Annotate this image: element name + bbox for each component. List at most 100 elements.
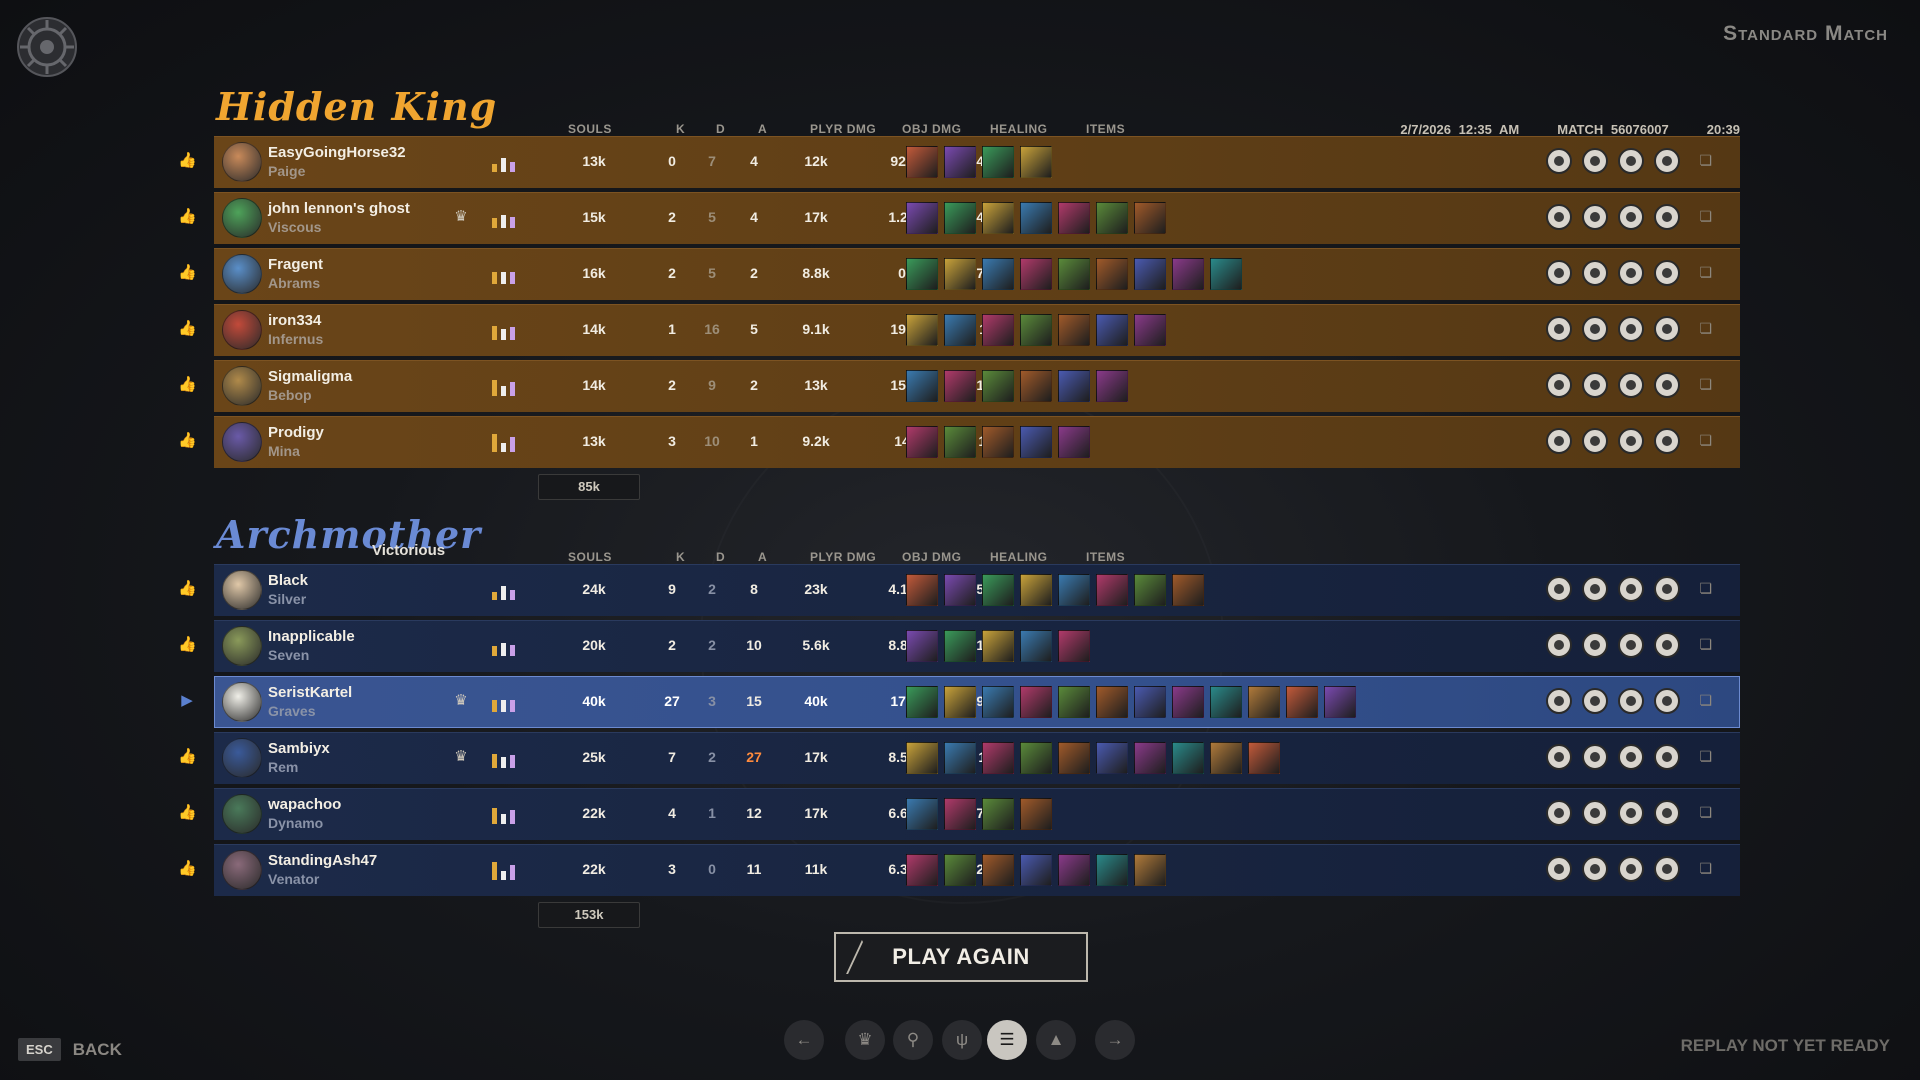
ability-icon[interactable] bbox=[1618, 204, 1644, 230]
ability-icon[interactable] bbox=[1582, 856, 1608, 882]
ability-icon[interactable] bbox=[1618, 744, 1644, 770]
player-name[interactable]: EasyGoingHorse32 bbox=[268, 144, 406, 161]
ability-icon[interactable] bbox=[1654, 372, 1680, 398]
item-icon[interactable] bbox=[906, 854, 938, 886]
item-icon[interactable] bbox=[1058, 314, 1090, 346]
item-icon[interactable] bbox=[1210, 686, 1242, 718]
item-icon[interactable] bbox=[906, 314, 938, 346]
item-icon[interactable] bbox=[906, 798, 938, 830]
ability-icon[interactable] bbox=[1582, 800, 1608, 826]
item-icon[interactable] bbox=[1096, 686, 1128, 718]
item-icon[interactable] bbox=[906, 370, 938, 402]
item-icon[interactable] bbox=[1096, 314, 1128, 346]
item-icon[interactable] bbox=[906, 258, 938, 290]
item-icon[interactable] bbox=[1020, 854, 1052, 886]
item-icon[interactable] bbox=[1134, 854, 1166, 886]
item-icon[interactable] bbox=[1020, 314, 1052, 346]
item-icon[interactable] bbox=[944, 574, 976, 606]
thumbs-up-icon[interactable]: 👍 bbox=[178, 636, 197, 654]
player-row[interactable]: 👍FragentAbrams16k2528.8k07.4k❏ bbox=[160, 248, 1740, 300]
item-icon[interactable] bbox=[944, 202, 976, 234]
back-label[interactable]: BACK bbox=[73, 1040, 122, 1060]
thumbs-up-icon[interactable]: 👍 bbox=[178, 320, 197, 338]
item-icon[interactable] bbox=[1020, 742, 1052, 774]
thumbs-up-icon[interactable]: 👍 bbox=[178, 208, 197, 226]
item-icon[interactable] bbox=[1058, 370, 1090, 402]
item-icon[interactable] bbox=[1058, 258, 1090, 290]
item-icon[interactable] bbox=[944, 426, 976, 458]
item-icon[interactable] bbox=[1134, 686, 1166, 718]
thumbs-up-icon[interactable]: 👍 bbox=[178, 376, 197, 394]
player-row[interactable]: 👍SambiyxRem♛25k722717k8.5k12k❏ bbox=[160, 732, 1740, 784]
item-icon[interactable] bbox=[1134, 202, 1166, 234]
ability-icon[interactable] bbox=[1618, 632, 1644, 658]
item-icon[interactable] bbox=[982, 258, 1014, 290]
item-icon[interactable] bbox=[944, 258, 976, 290]
item-icon[interactable] bbox=[944, 630, 976, 662]
player-name[interactable]: StandingAsh47 bbox=[268, 852, 377, 869]
item-icon[interactable] bbox=[1020, 574, 1052, 606]
ability-icon[interactable] bbox=[1582, 204, 1608, 230]
item-icon[interactable] bbox=[906, 742, 938, 774]
ability-icon[interactable] bbox=[1582, 148, 1608, 174]
ability-icon[interactable] bbox=[1654, 632, 1680, 658]
item-icon[interactable] bbox=[944, 146, 976, 178]
item-icon[interactable] bbox=[1058, 426, 1090, 458]
thumbs-up-icon[interactable]: 👍 bbox=[178, 804, 197, 822]
thumbs-up-icon[interactable]: 👍 bbox=[178, 748, 197, 766]
item-icon[interactable] bbox=[1248, 686, 1280, 718]
item-icon[interactable] bbox=[1058, 686, 1090, 718]
item-icon[interactable] bbox=[1096, 742, 1128, 774]
item-icon[interactable] bbox=[906, 202, 938, 234]
player-row[interactable]: ▶SeristKartelGraves♛40k2731540k17k9.5k❏ bbox=[160, 676, 1740, 728]
thumbs-up-icon[interactable]: 👍 bbox=[178, 860, 197, 878]
ability-icon[interactable] bbox=[1546, 632, 1572, 658]
ability-icon[interactable] bbox=[1546, 260, 1572, 286]
item-icon[interactable] bbox=[1210, 258, 1242, 290]
copy-icon[interactable]: ❏ bbox=[1699, 748, 1712, 765]
player-name[interactable]: SeristKartel bbox=[268, 684, 352, 701]
ability-icon[interactable] bbox=[1618, 316, 1644, 342]
item-icon[interactable] bbox=[944, 798, 976, 830]
item-icon[interactable] bbox=[906, 686, 938, 718]
claw-icon[interactable]: ψ bbox=[942, 1020, 982, 1060]
item-icon[interactable] bbox=[1134, 742, 1166, 774]
item-icon[interactable] bbox=[906, 146, 938, 178]
player-row[interactable]: 👍StandingAsh47Venator22k301111k6.3k2.2k❏ bbox=[160, 844, 1740, 896]
item-icon[interactable] bbox=[1020, 426, 1052, 458]
ability-icon[interactable] bbox=[1654, 204, 1680, 230]
player-row[interactable]: 👍iron334Infernus14k11659.1k198111❏ bbox=[160, 304, 1740, 356]
item-icon[interactable] bbox=[1096, 854, 1128, 886]
game-logo-icon[interactable] bbox=[16, 16, 78, 78]
player-row[interactable]: 👍BlackSilver24k92823k4.1k5.9k❏ bbox=[160, 564, 1740, 616]
ability-icon[interactable] bbox=[1582, 372, 1608, 398]
list-icon[interactable]: ☰ bbox=[987, 1020, 1027, 1060]
player-name[interactable]: Fragent bbox=[268, 256, 323, 273]
copy-icon[interactable]: ❏ bbox=[1699, 692, 1712, 709]
player-row[interactable]: 👍wapachooDynamo22k411217k6.6k7.6k❏ bbox=[160, 788, 1740, 840]
thumbs-up-icon[interactable]: 👍 bbox=[178, 580, 197, 598]
item-icon[interactable] bbox=[1020, 630, 1052, 662]
ability-icon[interactable] bbox=[1546, 428, 1572, 454]
item-icon[interactable] bbox=[1286, 686, 1318, 718]
player-name[interactable]: Black bbox=[268, 572, 308, 589]
item-icon[interactable] bbox=[1134, 258, 1166, 290]
map-pin-icon[interactable]: ⚲ bbox=[893, 1020, 933, 1060]
esc-key[interactable]: ESC bbox=[18, 1038, 61, 1061]
arrow-right-icon[interactable]: → bbox=[1095, 1020, 1135, 1060]
item-icon[interactable] bbox=[1134, 314, 1166, 346]
item-icon[interactable] bbox=[1172, 742, 1204, 774]
item-icon[interactable] bbox=[982, 854, 1014, 886]
trophy-icon[interactable]: ♛ bbox=[845, 1020, 885, 1060]
copy-icon[interactable]: ❏ bbox=[1699, 152, 1712, 169]
item-icon[interactable] bbox=[1058, 574, 1090, 606]
copy-icon[interactable]: ❏ bbox=[1699, 580, 1712, 597]
copy-icon[interactable]: ❏ bbox=[1699, 264, 1712, 281]
ability-icon[interactable] bbox=[1546, 204, 1572, 230]
chart-icon[interactable]: ▲ bbox=[1036, 1020, 1076, 1060]
arrow-left-icon[interactable]: ← bbox=[784, 1020, 824, 1060]
player-name[interactable]: john lennon's ghost bbox=[268, 200, 410, 217]
ability-icon[interactable] bbox=[1654, 148, 1680, 174]
item-icon[interactable] bbox=[1172, 574, 1204, 606]
player-row[interactable]: 👍EasyGoingHorse32Paige13k07412k9224.2k❏ bbox=[160, 136, 1740, 188]
